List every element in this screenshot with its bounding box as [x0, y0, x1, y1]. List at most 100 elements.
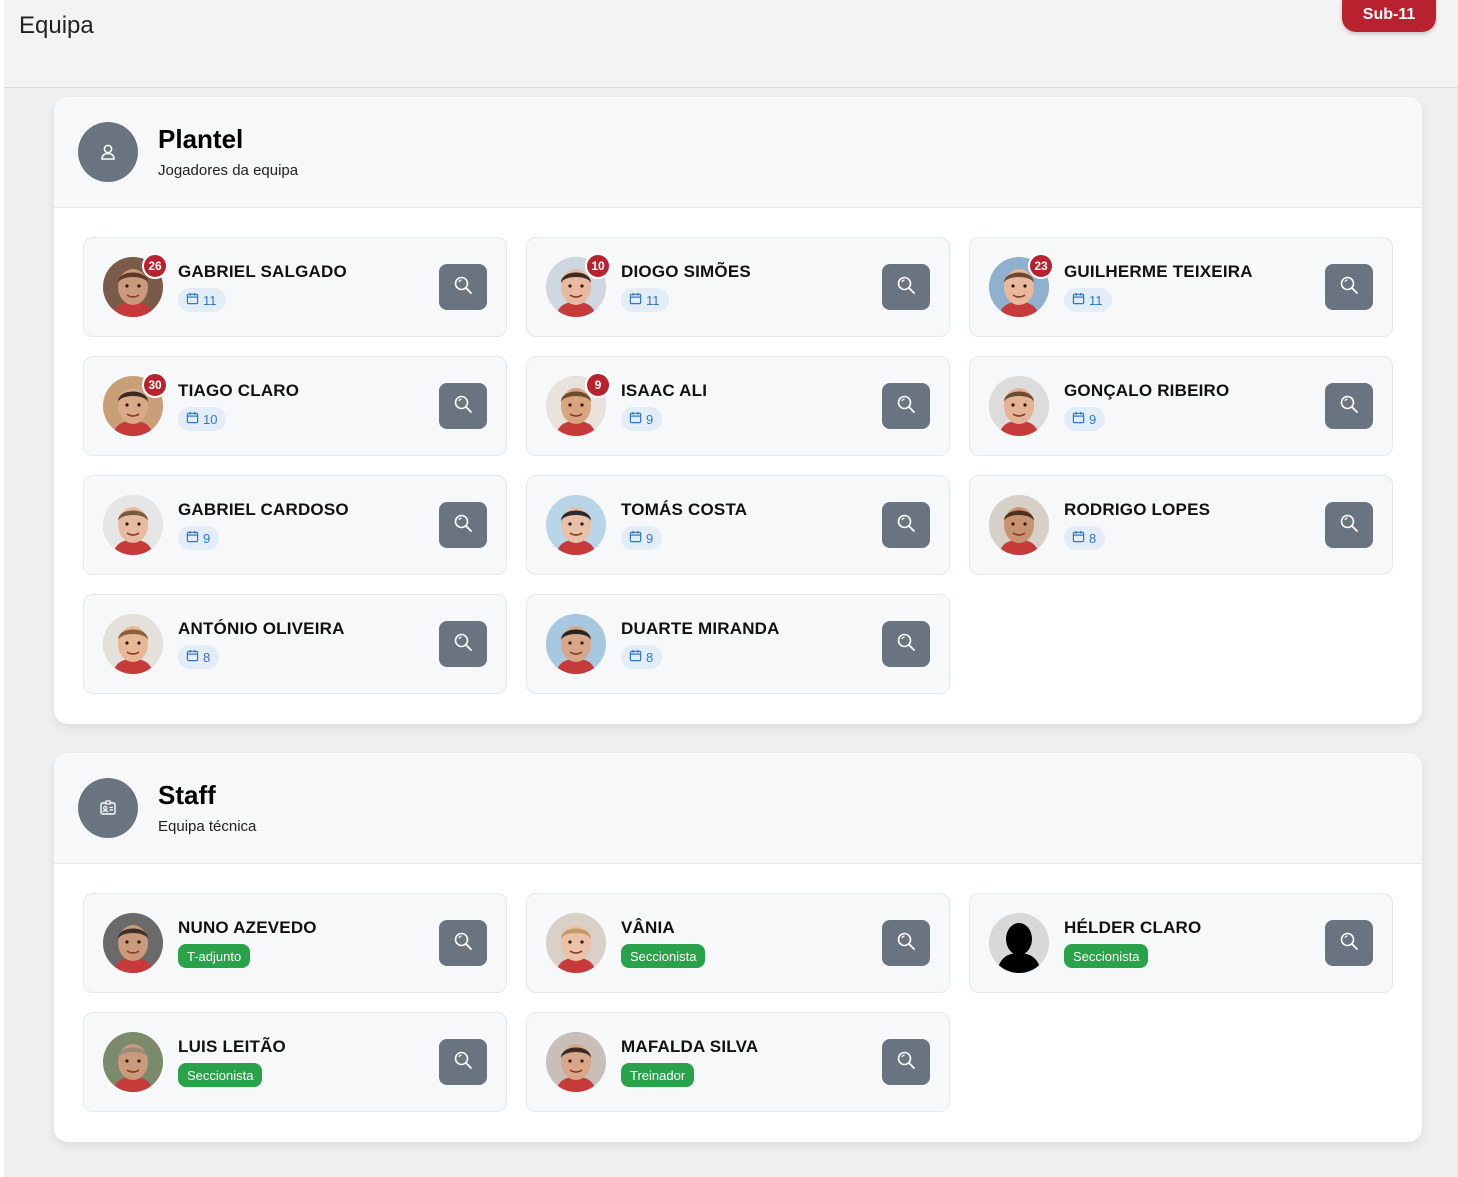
shirt-number-badge: 23	[1028, 253, 1054, 279]
player-card: 26 GABRIEL SALGADO 11	[83, 237, 507, 337]
search-icon	[896, 275, 916, 300]
search-icon	[896, 632, 916, 657]
player-name: GABRIEL CARDOSO	[178, 500, 349, 519]
left-edge	[0, 0, 4, 1177]
view-staff-button[interactable]	[882, 1039, 930, 1085]
view-staff-button[interactable]	[439, 920, 487, 966]
player-name: GONÇALO RIBEIRO	[1064, 381, 1230, 400]
staff-card-item: NUNO AZEVEDO T-adjunto	[83, 893, 507, 993]
search-icon	[1339, 275, 1359, 300]
player-card: DUARTE MIRANDA 8	[526, 594, 950, 694]
view-player-button[interactable]	[882, 502, 930, 548]
games-badge: 9	[178, 526, 220, 550]
games-count: 9	[646, 411, 654, 427]
role-badge: Seccionista	[1064, 944, 1149, 968]
player-name: ISAAC ALI	[621, 381, 708, 400]
search-icon	[1339, 394, 1359, 419]
calendar-icon	[186, 649, 199, 665]
player-card: GABRIEL CARDOSO 9	[83, 475, 507, 575]
games-count: 9	[646, 530, 654, 546]
games-count: 10	[203, 411, 218, 427]
shirt-number-badge: 26	[142, 253, 168, 279]
player-name: DIOGO SIMÕES	[621, 262, 751, 281]
games-count: 9	[1089, 411, 1097, 427]
games-badge: 9	[621, 526, 663, 550]
role-badge: Seccionista	[621, 944, 706, 968]
staff-avatar	[103, 913, 163, 973]
shirt-number-badge: 30	[142, 372, 168, 398]
games-count: 11	[203, 292, 217, 308]
view-player-button[interactable]	[882, 621, 930, 667]
plantel-subtitle: Jogadores da equipa	[158, 162, 299, 179]
games-count: 8	[646, 649, 654, 665]
games-badge: 9	[621, 407, 663, 431]
player-card: 10 DIOGO SIMÕES 11	[526, 237, 950, 337]
team-badge[interactable]: Sub-11	[1342, 0, 1436, 32]
calendar-icon	[629, 530, 642, 546]
top-bar: Equipa	[4, 0, 1458, 88]
search-icon	[896, 931, 916, 956]
id-card-icon	[78, 778, 138, 838]
view-staff-button[interactable]	[882, 920, 930, 966]
calendar-icon	[629, 649, 642, 665]
staff-card-item: HÉLDER CLARO Seccionista	[969, 893, 1393, 993]
player-avatar	[546, 495, 606, 555]
player-name: GABRIEL SALGADO	[178, 262, 347, 281]
shirt-number-badge: 10	[585, 253, 611, 279]
games-badge: 11	[621, 288, 669, 312]
search-icon	[453, 275, 473, 300]
player-avatar	[989, 495, 1049, 555]
games-count: 11	[646, 292, 660, 308]
staff-card-item: MAFALDA SILVA Treinador	[526, 1012, 950, 1112]
plantel-card: Plantel Jogadores da equipa 26 GABRIEL SA…	[54, 97, 1422, 724]
view-staff-button[interactable]	[1325, 920, 1373, 966]
view-player-button[interactable]	[1325, 502, 1373, 548]
view-player-button[interactable]	[1325, 264, 1373, 310]
search-icon	[453, 1050, 473, 1075]
player-card: 9 ISAAC ALI 9	[526, 356, 950, 456]
search-icon	[453, 931, 473, 956]
calendar-icon	[629, 411, 642, 427]
calendar-icon	[186, 411, 199, 427]
calendar-icon	[186, 292, 199, 308]
search-icon	[453, 513, 473, 538]
staff-grid: NUNO AZEVEDO T-adjunto VÂNIA Seccionista HÉL…	[83, 893, 1393, 1112]
games-badge: 11	[178, 288, 226, 312]
search-icon	[1339, 513, 1359, 538]
calendar-icon	[1072, 530, 1085, 546]
staff-avatar	[546, 913, 606, 973]
staff-title: Staff	[158, 780, 216, 810]
search-icon	[896, 1050, 916, 1075]
view-player-button[interactable]	[882, 264, 930, 310]
games-count: 9	[203, 530, 211, 546]
role-badge: T-adjunto	[178, 944, 251, 968]
games-count: 8	[1089, 530, 1097, 546]
view-staff-button[interactable]	[439, 1039, 487, 1085]
games-badge: 8	[1064, 526, 1106, 550]
staff-name: LUIS LEITÃO	[178, 1037, 286, 1056]
staff-avatar	[989, 913, 1049, 973]
view-player-button[interactable]	[439, 383, 487, 429]
staff-avatar	[546, 1032, 606, 1092]
view-player-button[interactable]	[1325, 383, 1373, 429]
staff-name: HÉLDER CLARO	[1064, 918, 1202, 937]
player-card: RODRIGO LOPES 8	[969, 475, 1393, 575]
view-player-button[interactable]	[439, 502, 487, 548]
view-player-button[interactable]	[439, 621, 487, 667]
player-avatar	[103, 495, 163, 555]
calendar-icon	[629, 292, 642, 308]
page-title: Equipa	[19, 12, 94, 39]
view-player-button[interactable]	[882, 383, 930, 429]
player-avatar	[103, 614, 163, 674]
staff-card-item: LUIS LEITÃO Seccionista	[83, 1012, 507, 1112]
calendar-icon	[1072, 292, 1085, 308]
player-card: 30 TIAGO CLARO 10	[83, 356, 507, 456]
staff-subtitle: Equipa técnica	[158, 818, 257, 835]
player-card: GONÇALO RIBEIRO 9	[969, 356, 1393, 456]
plantel-title: Plantel	[158, 124, 244, 154]
player-name: ANTÓNIO OLIVEIRA	[178, 619, 345, 638]
games-badge: 10	[178, 407, 227, 431]
shirt-number-badge: 9	[585, 372, 611, 398]
games-count: 8	[203, 649, 211, 665]
view-player-button[interactable]	[439, 264, 487, 310]
